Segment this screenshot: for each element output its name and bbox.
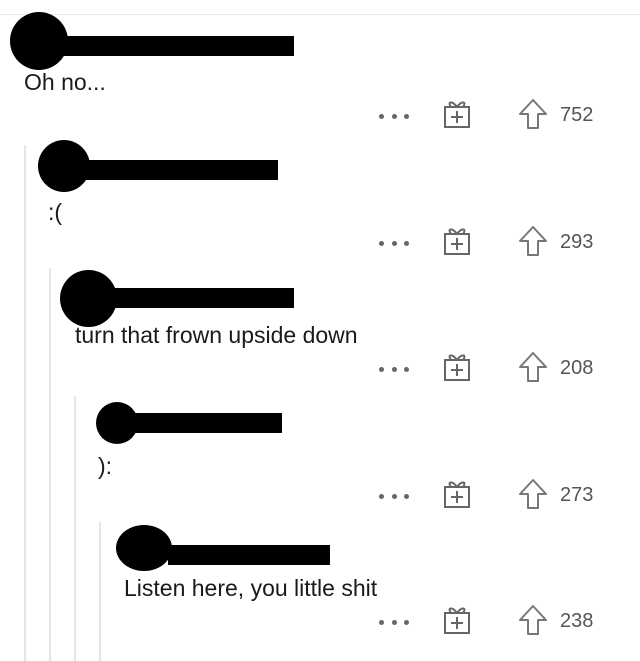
gift-icon[interactable] — [440, 603, 474, 637]
redacted-username — [168, 545, 330, 565]
thread-line-depth-4[interactable] — [99, 522, 101, 661]
thread-line-depth-2[interactable] — [49, 268, 51, 661]
comment-actions: 273 — [372, 479, 632, 511]
upvote-arrow-icon[interactable] — [516, 350, 550, 384]
redacted-username — [84, 160, 278, 180]
comment-body: turn that frown upside down — [75, 322, 358, 348]
avatar[interactable] — [10, 12, 68, 70]
redacted-username — [112, 288, 294, 308]
more-icon[interactable] — [379, 613, 409, 631]
upvote-arrow-icon[interactable] — [516, 477, 550, 511]
thread-line-depth-3[interactable] — [74, 396, 76, 661]
more-icon[interactable] — [379, 107, 409, 125]
thread-line-depth-1[interactable] — [24, 145, 26, 661]
redacted-username — [62, 36, 294, 56]
score: 273 — [560, 484, 594, 506]
comment-actions: 208 — [372, 352, 632, 384]
upvote-arrow-icon[interactable] — [516, 97, 550, 131]
gift-icon[interactable] — [440, 350, 474, 384]
comment-actions: 238 — [372, 605, 632, 637]
comment-actions: 752 — [372, 99, 632, 131]
more-icon[interactable] — [379, 360, 409, 378]
avatar[interactable] — [38, 140, 90, 192]
comment-body: ): — [98, 453, 113, 479]
gift-icon[interactable] — [440, 477, 474, 511]
score: 752 — [560, 104, 594, 126]
score: 208 — [560, 357, 594, 379]
score: 293 — [560, 231, 594, 253]
score: 238 — [560, 610, 594, 632]
comment-body: Oh no... — [24, 69, 106, 95]
gift-icon[interactable] — [440, 97, 474, 131]
upvote-arrow-icon[interactable] — [516, 224, 550, 258]
comment-body: :( — [48, 199, 63, 225]
more-icon[interactable] — [379, 487, 409, 505]
more-icon[interactable] — [379, 234, 409, 252]
gift-icon[interactable] — [440, 224, 474, 258]
comment-body: Listen here, you little shit — [124, 575, 378, 601]
comment-actions: 293 — [372, 226, 632, 258]
avatar[interactable] — [116, 525, 172, 571]
top-divider — [0, 14, 640, 15]
avatar[interactable] — [60, 270, 117, 327]
upvote-arrow-icon[interactable] — [516, 603, 550, 637]
redacted-username — [132, 413, 282, 433]
